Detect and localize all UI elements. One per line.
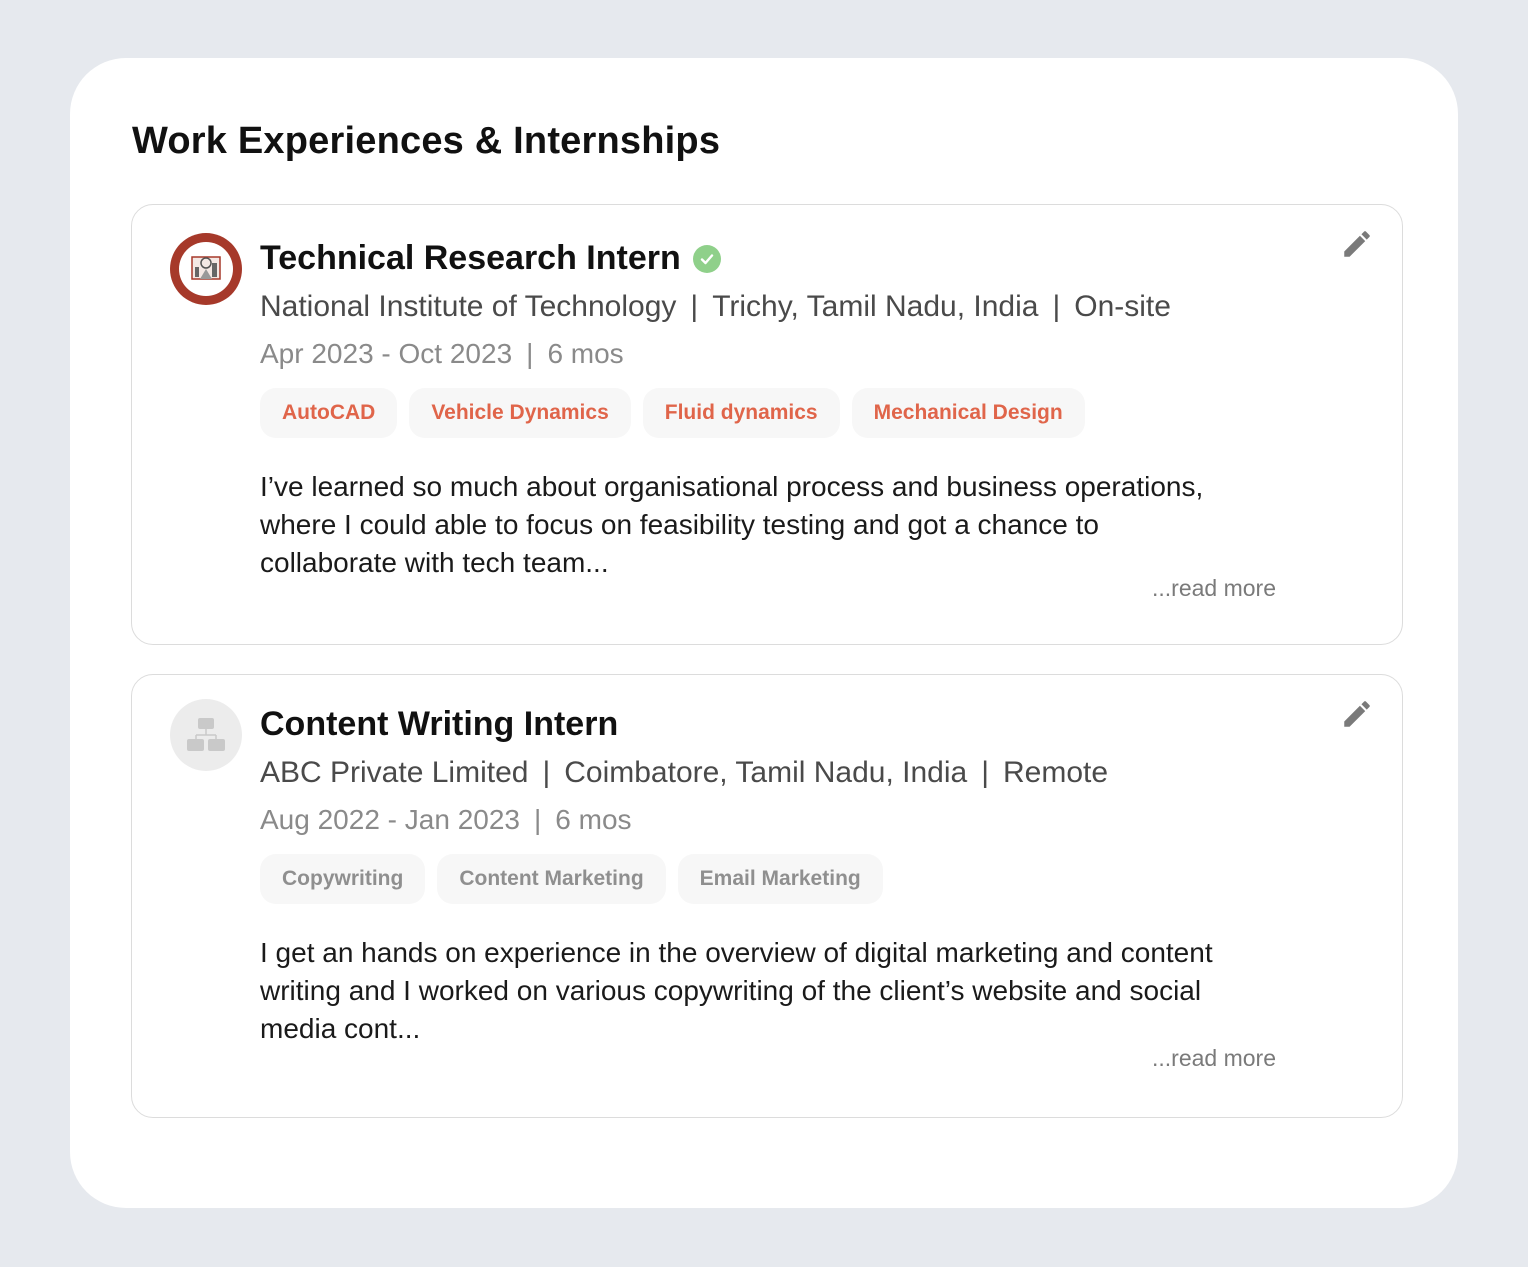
pencil-icon (1344, 231, 1370, 257)
company-name: ABC Private Limited (260, 756, 529, 789)
skill-tag: Email Marketing (677, 854, 883, 904)
company-meta: ABC Private Limited | Coimbatore, Tamil Na… (260, 756, 1109, 789)
date-range: Aug 2022 - Jan 2023 (260, 804, 520, 835)
pencil-icon (1344, 701, 1370, 727)
skill-tag: Content Marketing (437, 854, 666, 904)
org-chart-icon (187, 718, 225, 751)
experience-description: I’ve learned so much about organisationa… (260, 471, 1204, 578)
edit-button[interactable] (1340, 227, 1374, 261)
job-title: Technical Research Intern (260, 239, 681, 277)
job-title: Content Writing Intern (260, 705, 619, 743)
skill-tag: Vehicle Dynamics (409, 388, 631, 438)
experience-card: Technical Research Intern National Insti… (131, 204, 1403, 645)
location: Coimbatore, Tamil Nadu, India (564, 756, 968, 789)
company-logo (170, 699, 242, 771)
skill-tag: Mechanical Design (851, 388, 1085, 438)
nit-trichy-logo-icon (191, 256, 221, 280)
skill-tag: Copywriting (260, 854, 426, 904)
employment-dates: Apr 2023 - Oct 2023 | 6 mos (260, 338, 624, 369)
skill-tags: Copywriting Content Marketing Email Mark… (260, 854, 1282, 904)
read-more-link[interactable]: ...read more (1152, 1045, 1276, 1072)
work-mode: On-site (1074, 290, 1171, 323)
skill-tag: Fluid dynamics (642, 388, 840, 438)
employment-dates: Aug 2022 - Jan 2023 | 6 mos (260, 804, 632, 835)
company-logo (170, 233, 242, 305)
experience-card: Content Writing Intern ABC Private Limit… (131, 674, 1403, 1118)
experience-panel: Work Experiences & Internships Technical… (70, 58, 1458, 1208)
verified-check-icon (692, 244, 721, 273)
page-background: Work Experiences & Internships Technical… (0, 0, 1528, 1267)
edit-button[interactable] (1340, 697, 1374, 731)
skill-tag: AutoCAD (260, 388, 398, 438)
location: Trichy, Tamil Nadu, India (712, 290, 1039, 323)
company-name: National Institute of Technology (260, 290, 677, 323)
work-mode: Remote (1003, 756, 1109, 789)
read-more-link[interactable]: ...read more (1152, 575, 1276, 602)
section-title: Work Experiences & Internships (132, 120, 721, 162)
duration: 6 mos (547, 338, 624, 369)
company-meta: National Institute of Technology | Trichy,… (260, 290, 1171, 323)
duration: 6 mos (555, 804, 632, 835)
date-range: Apr 2023 - Oct 2023 (260, 338, 513, 369)
skill-tags: AutoCAD Vehicle Dynamics Fluid dynamics … (260, 388, 1282, 438)
experience-description: I get an hands on experience in the over… (260, 937, 1213, 1044)
